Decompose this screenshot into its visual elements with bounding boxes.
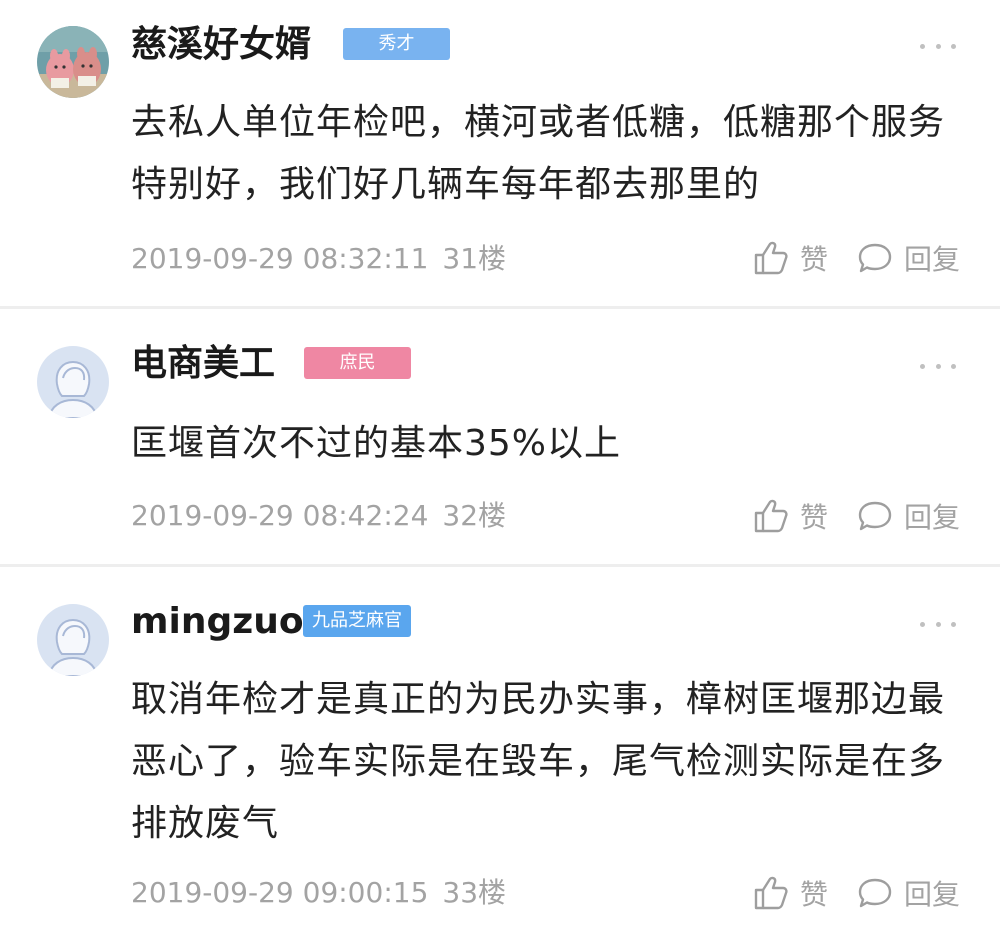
username[interactable]: mingzuo: [131, 602, 304, 642]
username[interactable]: 电商美工: [131, 344, 275, 384]
like-button[interactable]: 赞: [752, 496, 828, 536]
floor-number: 31楼: [442, 242, 507, 275]
comment-meta: 2019-09-29 09:00:15 33楼: [131, 876, 506, 910]
speech-bubble-icon: [858, 501, 892, 531]
user-rank-badge: 九品芝麻官: [303, 605, 411, 637]
thumbs-up-icon: [754, 499, 788, 533]
more-dots-icon[interactable]: [920, 41, 956, 51]
comment-text: 匡堰首次不过的基本35%以上: [131, 423, 622, 464]
floor-number: 33楼: [442, 876, 507, 909]
speech-bubble-icon: [858, 878, 892, 908]
timestamp: 2019-09-29 08:32:11: [131, 242, 429, 275]
speech-bubble-icon: [858, 243, 892, 273]
comment-item: 电商美工 庶民 匡堰首次不过的基本35%以上 2019-09-29 08:42:…: [0, 309, 1000, 564]
timestamp: 2019-09-29 09:00:15: [131, 876, 429, 909]
avatar[interactable]: [37, 604, 109, 676]
avatar[interactable]: [37, 26, 109, 98]
avatar[interactable]: [37, 346, 109, 418]
default-avatar-icon: [37, 604, 109, 676]
avatar-photo: [37, 26, 109, 98]
like-button[interactable]: 赞: [752, 873, 828, 913]
comment-meta: 2019-09-29 08:42:24 32楼: [131, 499, 506, 533]
thumbs-up-icon: [754, 241, 788, 275]
reply-label: 回复: [904, 243, 961, 276]
reply-button[interactable]: 回复: [856, 496, 960, 536]
comment-text: 取消年检才是真正的为民办实事，樟树匡堰那边最恶心了，验车实际是在毁车，尾气检测实…: [131, 679, 946, 844]
like-label: 赞: [800, 243, 829, 276]
reply-label: 回复: [904, 878, 961, 911]
like-button[interactable]: 赞: [752, 238, 828, 278]
reply-button[interactable]: 回复: [856, 238, 960, 278]
thumbs-up-icon: [754, 876, 788, 910]
like-label: 赞: [800, 878, 829, 911]
comment-meta: 2019-09-29 08:32:11 31楼: [131, 242, 506, 276]
user-rank-badge: 秀才: [343, 28, 450, 60]
floor-number: 32楼: [442, 499, 507, 532]
comment-text: 去私人单位年检吧，横河或者低糖，低糖那个服务特别好，我们好几辆车每年都去那里的: [131, 102, 946, 205]
like-label: 赞: [800, 501, 829, 534]
reply-button[interactable]: 回复: [856, 873, 960, 913]
more-dots-icon[interactable]: [920, 619, 956, 629]
comment-item: mingzuo 九品芝麻官 取消年检才是真正的为民办实事，樟树匡堰那边最恶心了，…: [0, 567, 1000, 942]
user-rank-badge: 庶民: [304, 347, 411, 379]
reply-label: 回复: [904, 501, 961, 534]
comment-item: 慈溪好女婿 秀才 去私人单位年检吧，横河或者低糖，低糖那个服务特别好，我们好几辆…: [0, 0, 1000, 306]
more-dots-icon[interactable]: [920, 361, 956, 371]
default-avatar-icon: [37, 346, 109, 418]
username[interactable]: 慈溪好女婿: [131, 25, 311, 65]
timestamp: 2019-09-29 08:42:24: [131, 499, 429, 532]
